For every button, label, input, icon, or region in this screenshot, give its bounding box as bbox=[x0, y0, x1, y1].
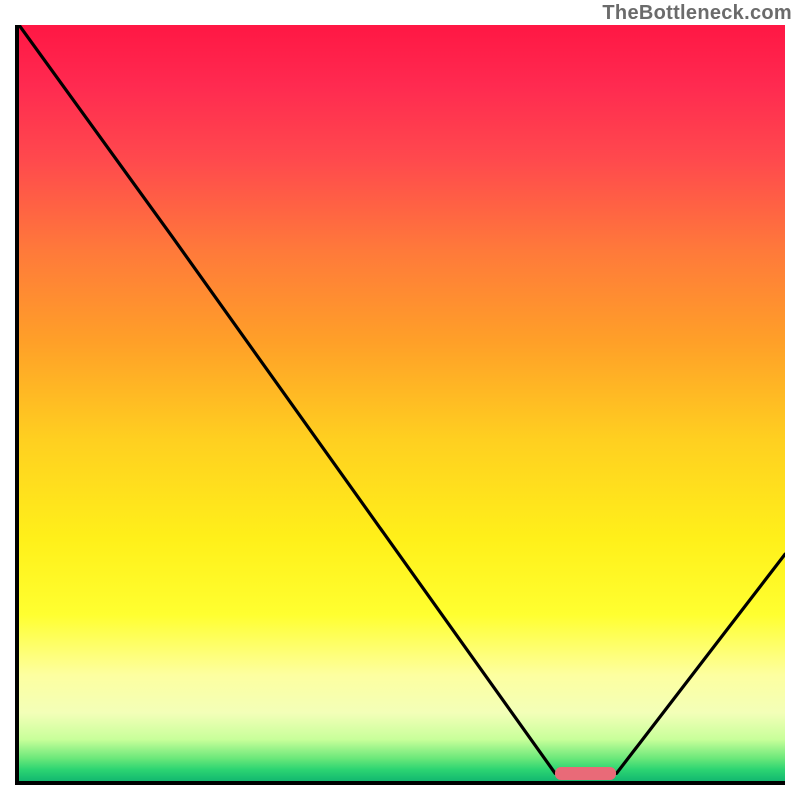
chart-container: TheBottleneck.com bbox=[0, 0, 800, 800]
plot-frame bbox=[15, 25, 785, 785]
watermark-label: TheBottleneck.com bbox=[602, 2, 792, 25]
optimal-range-marker bbox=[555, 767, 616, 780]
plot-area bbox=[19, 25, 785, 781]
bottleneck-curve bbox=[19, 25, 785, 781]
